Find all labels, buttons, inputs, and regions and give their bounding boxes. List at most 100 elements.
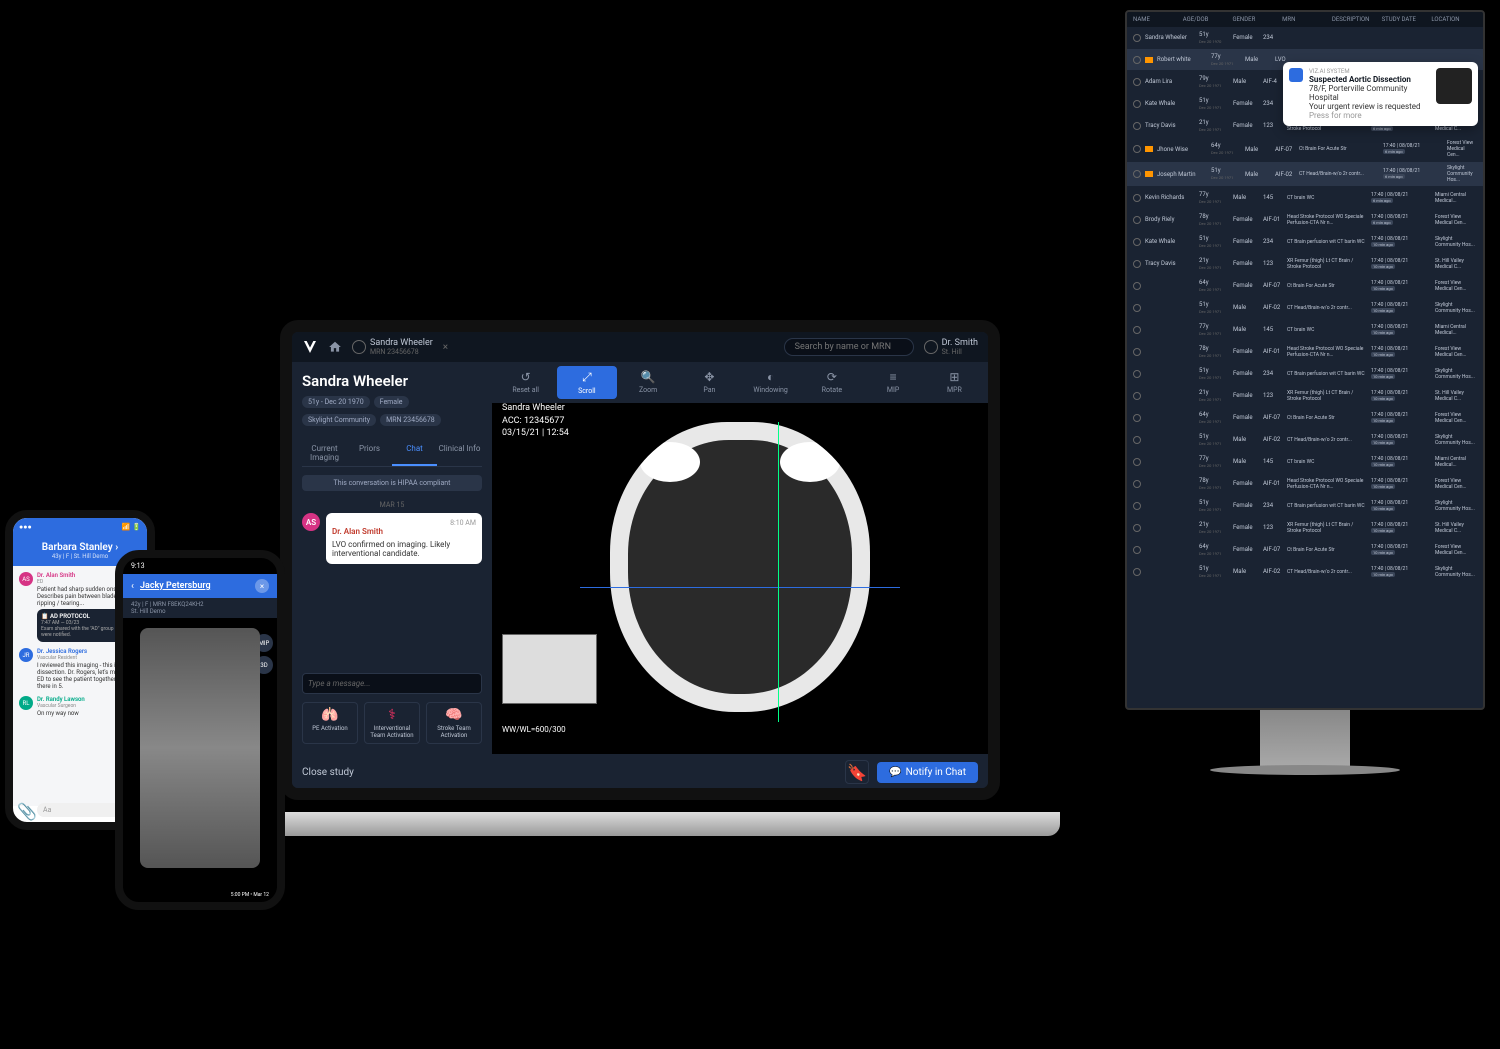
tab-chat[interactable]: Chat bbox=[392, 440, 437, 466]
worklist-row[interactable]: 51yDec 20 1971MaleAIF-02CT Head/Brain-w/… bbox=[1127, 429, 1483, 451]
notif-body: Your urgent review is requested bbox=[1309, 102, 1430, 111]
worklist-row[interactable]: Kevin Richards77yDec 20 1971Male145CT br… bbox=[1127, 187, 1483, 209]
monitor-base bbox=[1210, 765, 1400, 775]
viewer-patient-name[interactable]: Jacky Petersburg bbox=[140, 581, 211, 591]
crosshair-vertical[interactable] bbox=[778, 422, 779, 722]
chat-message: AS Dr. Alan Smith 8:10 AM LVO confirmed … bbox=[302, 513, 482, 564]
worklist-row[interactable]: 21yDec 20 1971Female123XR Femur (thigh) … bbox=[1127, 517, 1483, 539]
home-icon[interactable] bbox=[328, 340, 342, 354]
tool-reset[interactable]: ↺Reset all bbox=[496, 366, 555, 399]
worklist-row[interactable]: 51yDec 20 1971MaleAIF-02CT Head/Brain-w/… bbox=[1127, 561, 1483, 583]
worklist-row[interactable]: Tracy Davis21yDec 20 1971Female123XR Fem… bbox=[1127, 253, 1483, 275]
close-context-icon[interactable]: × bbox=[443, 342, 448, 353]
message-text: LVO confirmed on imaging. Likely interve… bbox=[332, 540, 476, 558]
tool-scroll[interactable]: ⤢Scroll bbox=[557, 366, 616, 399]
chat-patient-name: Barbara Stanley bbox=[42, 542, 113, 553]
worklist-row[interactable]: 64yDec 20 1971FemaleAIF-07Ct Brain For A… bbox=[1127, 407, 1483, 429]
notify-chat-button[interactable]: 💬Notify in Chat bbox=[877, 762, 978, 783]
close-icon[interactable]: × bbox=[255, 579, 269, 593]
window-level-readout: WW/WL=600/300 bbox=[502, 725, 566, 734]
worklist-monitor: NAMEAGE/DOBGENDERMRNDESCRIPTIONSTUDY DAT… bbox=[1125, 10, 1485, 710]
lungs-icon: 🫁 bbox=[305, 707, 355, 723]
status-bar: 9:13 bbox=[123, 558, 277, 574]
laptop-screen: Sandra Wheeler MRN 23456678 × Dr. Smith … bbox=[280, 320, 1000, 800]
worklist-row[interactable]: 78yDec 20 1971FemaleAIF-01Head Stroke Pr… bbox=[1127, 473, 1483, 495]
close-study-button[interactable]: Close study bbox=[302, 767, 354, 778]
attachment-icon[interactable]: 📎 bbox=[17, 802, 33, 818]
tab-priors[interactable]: Priors bbox=[347, 440, 392, 466]
search-input[interactable] bbox=[784, 338, 914, 356]
worklist-row[interactable]: 78yDec 20 1971FemaleAIF-01Head Stroke Pr… bbox=[1127, 341, 1483, 363]
bookmark-button[interactable]: 🔖 bbox=[845, 760, 869, 784]
team-icon: ⚕ bbox=[367, 707, 417, 723]
reference-localizer[interactable] bbox=[502, 634, 597, 704]
pe-activation-button[interactable]: 🫁 PE Activation bbox=[302, 702, 358, 744]
tool-windowing[interactable]: ◐Windowing bbox=[741, 366, 800, 399]
facility-pill: Skylight Community bbox=[302, 414, 376, 426]
notif-hint: Press for more bbox=[1309, 111, 1430, 120]
worklist-row[interactable]: Jhone Wise64yDec 20 1971MaleAIF-07Ct Bra… bbox=[1127, 137, 1483, 162]
worklist-row[interactable]: 77yDec 20 1971Male145CT brain WC17:40 | … bbox=[1127, 451, 1483, 473]
worklist-row[interactable]: Brody Riely78yDec 20 1971FemaleAIF-01Hea… bbox=[1127, 209, 1483, 231]
notif-title: Suspected Aortic Dissection bbox=[1309, 75, 1430, 84]
current-user[interactable]: Dr. Smith St. Hill bbox=[924, 338, 978, 356]
tab-current-imaging[interactable]: Current Imaging bbox=[302, 440, 347, 466]
message-input[interactable]: Type a message... bbox=[302, 673, 482, 694]
message-avatar: AS bbox=[302, 513, 320, 531]
viewer-header: ‹ Jacky Petersburg × bbox=[123, 574, 277, 598]
notif-subtitle: 78/F, Porterville Community Hospital bbox=[1309, 84, 1430, 102]
brain-icon: 🧠 bbox=[429, 707, 479, 723]
phone-viewer: 9:13 ‹ Jacky Petersburg × 42y | F | MRN … bbox=[115, 550, 285, 910]
activation-buttons: 🫁 PE Activation ⚕ Interventional Team Ac… bbox=[302, 702, 482, 744]
tool-mip[interactable]: ≡MIP bbox=[864, 366, 923, 399]
patient-mrn: MRN 23456678 bbox=[370, 348, 433, 356]
back-icon[interactable]: ‹ bbox=[131, 581, 134, 592]
worklist-row[interactable]: 51yDec 20 1971MaleAIF-02CT Head/Brain-w/… bbox=[1127, 297, 1483, 319]
viewer-toolbar: ↺Reset all ⤢Scroll 🔍Zoom ✥Pan ◐Windowing… bbox=[492, 362, 988, 403]
worklist-header: NAMEAGE/DOBGENDERMRNDESCRIPTIONSTUDY DAT… bbox=[1127, 12, 1483, 27]
chat-icon: 💬 bbox=[889, 767, 901, 778]
stroke-activation-button[interactable]: 🧠 Stroke Team Activation bbox=[426, 702, 482, 744]
user-icon bbox=[352, 340, 366, 354]
notification-toast[interactable]: VIZ.AI SYSTEM Suspected Aortic Dissectio… bbox=[1283, 62, 1478, 126]
monitor-stand bbox=[1260, 710, 1350, 770]
viz-logo-icon bbox=[302, 339, 318, 355]
mrn-pill: MRN 23456678 bbox=[380, 414, 441, 426]
patient-name: Sandra Wheeler bbox=[370, 338, 433, 348]
worklist-row[interactable]: 64yDec 20 1971FemaleAIF-07Ct Brain For A… bbox=[1127, 539, 1483, 561]
worklist-row[interactable]: 64yDec 20 1971FemaleAIF-07Ct Brain For A… bbox=[1127, 275, 1483, 297]
panel-patient-name: Sandra Wheeler bbox=[302, 372, 482, 390]
mobile-image-viewer[interactable]: MIP 3D bbox=[123, 628, 277, 888]
patient-context[interactable]: Sandra Wheeler MRN 23456678 bbox=[352, 338, 433, 356]
viewer-overlay-info: Sandra Wheeler ACC: 12345677 03/15/21 | … bbox=[502, 402, 569, 440]
tool-rotate[interactable]: ⟳Rotate bbox=[802, 366, 861, 399]
top-bar: Sandra Wheeler MRN 23456678 × Dr. Smith … bbox=[292, 332, 988, 362]
tool-zoom[interactable]: 🔍Zoom bbox=[619, 366, 678, 399]
worklist-row[interactable]: 77yDec 20 1971Male145CT brain WC17:40 | … bbox=[1127, 319, 1483, 341]
doctor-name: Dr. Smith bbox=[942, 338, 978, 348]
worklist-row[interactable]: Kate Whale51yDec 20 1971Female234CT Brai… bbox=[1127, 231, 1483, 253]
slice-slider[interactable] bbox=[131, 906, 269, 908]
tool-mpr[interactable]: ⊞MPR bbox=[925, 366, 984, 399]
notif-thumbnail bbox=[1436, 68, 1472, 104]
viz-logo-icon bbox=[1289, 68, 1303, 82]
left-panel: Sandra Wheeler 51y - Dec 20 1970 Female … bbox=[292, 362, 492, 754]
panel-tabs: Current Imaging Priors Chat Clinical Inf… bbox=[302, 440, 482, 467]
image-viewer[interactable]: ↺Reset all ⤢Scroll 🔍Zoom ✥Pan ◐Windowing… bbox=[492, 362, 988, 754]
tool-pan[interactable]: ✥Pan bbox=[680, 366, 739, 399]
worklist-row[interactable]: 21yDec 20 1971Female123XR Femur (thigh) … bbox=[1127, 385, 1483, 407]
notif-app: VIZ.AI SYSTEM bbox=[1309, 68, 1430, 75]
hospital-name: St. Hill bbox=[942, 348, 978, 356]
aorta-ct-image[interactable] bbox=[140, 628, 260, 868]
crosshair-horizontal[interactable] bbox=[580, 587, 900, 588]
worklist-row[interactable]: Sandra Wheeler51yDec 20 1970Female234 bbox=[1127, 27, 1483, 49]
chevron-right-icon: › bbox=[115, 542, 118, 553]
worklist-row[interactable]: 51yDec 20 1971Female234CT Brain perfusio… bbox=[1127, 495, 1483, 517]
ct-brain-image[interactable] bbox=[580, 422, 900, 722]
interventional-activation-button[interactable]: ⚕ Interventional Team Activation bbox=[364, 702, 420, 744]
tab-clinical-info[interactable]: Clinical Info bbox=[437, 440, 482, 466]
viewer-footer: Close study 🔖 💬Notify in Chat bbox=[292, 754, 988, 790]
worklist-row[interactable]: Joseph Martin51yDec 20 1971MaleAIF-02CT … bbox=[1127, 162, 1483, 187]
worklist-row[interactable]: 51yDec 20 1971Female234CT Brain perfusio… bbox=[1127, 363, 1483, 385]
viewer-patient-meta: 42y | F | MRN F8EKQ24KH2 St. Hill Demo bbox=[123, 598, 277, 618]
